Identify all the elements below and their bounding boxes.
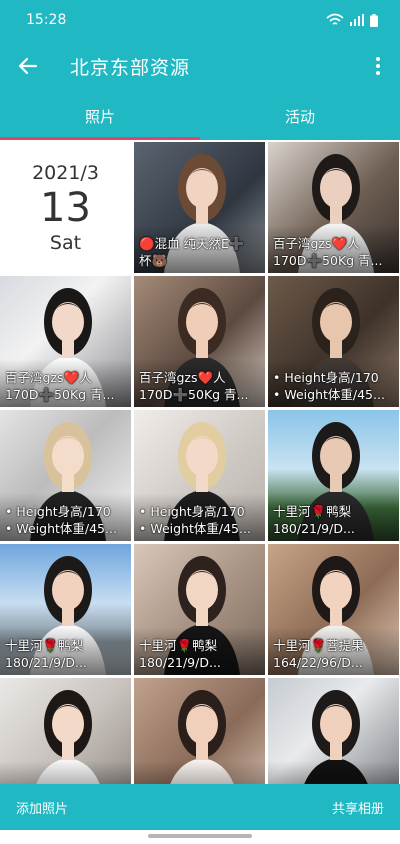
photo-tile[interactable]: 十里河🌹菩提果 [0,678,131,784]
photo-tile[interactable]: 十里河🌹鸭梨 180/21/9/D... [134,544,265,675]
photo-caption-line1: 十里河🌹鸭梨 [273,504,352,519]
date-year-month: 2021/3 [32,161,99,184]
photo-caption-line1: 十里河🌹鸭梨 [139,638,218,653]
photo-caption-line2: 180/21/9/D... [5,655,87,670]
photo-tile[interactable]: 十里河🌹鸭梨 180/21/9/D... [0,544,131,675]
photo-tile[interactable]: 十里河🌹鸭梨 180/21/9/D... [268,410,399,541]
status-icons [326,13,378,27]
photo-tile[interactable]: 🔴混血 纯天然E➕ 杯🐻 [134,142,265,273]
photo-tile[interactable]: • Height身高/170 • Weight体重/45... [268,276,399,407]
share-album-button[interactable]: 共享相册 [332,798,384,817]
photo-grid[interactable]: 2021/3 13 Sat 🔴混血 纯天然E➕ 杯🐻 百子湾gzs❤️人 170D➕5… [0,140,400,784]
tab-photos-label: 照片 [84,107,115,126]
wifi-icon [326,13,344,25]
arrow-left-icon [18,57,38,75]
photo-caption-line2: • Weight体重/45... [139,521,251,536]
app-bar: 北京东部资源 [0,40,400,92]
photo-caption: 十里河🌹鸭梨 180/21/9/D... [273,503,396,537]
status-bar: 15:28 [0,0,400,40]
tab-activities-label: 活动 [284,107,315,126]
photo-caption: • Height身高/170 • Weight体重/45... [5,503,128,537]
photo-caption: 百子湾gzs❤️人 170D➕50Kg 青... [5,369,128,403]
photo-caption-line1: 百子湾gzs❤️人 [273,236,360,251]
photo-caption-line1: • Height身高/170 [5,504,111,519]
caption-shade [134,761,265,784]
photo-caption: • Height身高/170 • Weight体重/45... [273,369,396,403]
photo-caption-line2: 180/21/9/D... [139,655,221,670]
home-indicator[interactable] [148,834,252,838]
photo-tile[interactable]: 百子湾gzs❤️人 170D➕50Kg 青... [0,276,131,407]
signal-icon [350,14,364,26]
date-weekday: Sat [49,231,82,254]
photo-tile[interactable]: • Height身高/170 • Weight体重/45... [134,410,265,541]
photo-caption-line2: 杯🐻 [139,253,168,268]
photo-caption-line1: 十里河🌹菩提果 [273,638,364,653]
add-photo-button[interactable]: 添加照片 [16,798,68,817]
photo-caption: 十里河🌹鸭梨 180/21/9/D... [5,637,128,671]
date-header: 2021/3 13 Sat [0,142,131,273]
bottom-bar: 添加照片 共享相册 [0,784,400,830]
photo-tile[interactable]: • Height身高/170 • Weight体重/45... [0,410,131,541]
photo-caption: 百子湾gzs❤️人 170D➕50Kg 青... [139,369,262,403]
photo-caption: 十里河🌹鸭梨 180/21/9/D... [139,637,262,671]
photo-caption: 百子湾gzs❤️人 170D➕50Kg 青... [273,235,396,269]
battery-icon [370,13,378,27]
tab-activities[interactable]: 活动 [200,92,400,140]
photo-caption: 🔴混血 纯天然E➕ 杯🐻 [139,235,262,269]
photo-caption-line1: • Height身高/170 [273,370,379,385]
photo-caption-line1: 百子湾gzs❤️人 [5,370,92,385]
caption-shade [0,761,131,784]
photo-caption-line2: • Weight体重/45... [5,521,117,536]
photo-caption-line2: 170D➕50Kg 青... [273,253,383,268]
photo-caption: • Height身高/170 • Weight体重/45... [139,503,262,537]
photo-caption-line2: 170D➕50Kg 青... [139,387,249,402]
photo-tile[interactable]: 十里河🌹香瓜 [268,678,399,784]
photo-tile[interactable]: 百子湾gzs❤️人 170D➕50Kg 青... [134,276,265,407]
system-nav-bar [0,830,400,844]
date-day: 13 [40,184,91,231]
page-title: 北京东部资源 [70,56,191,79]
photo-caption-line2: 170D➕50Kg 青... [5,387,115,402]
photo-caption-line1: 百子湾gzs❤️人 [139,370,226,385]
photo-caption-line1: • Height身高/170 [139,504,245,519]
photo-caption-line2: 180/21/9/D... [273,521,355,536]
more-vert-icon [376,57,380,75]
photo-caption-line1: 🔴混血 纯天然E➕ [139,236,245,251]
tab-bar: 照片 活动 [0,92,400,140]
more-options-button[interactable] [356,40,400,92]
photo-caption-line1: 十里河🌹鸭梨 [5,638,84,653]
photo-tile[interactable]: 百子湾gzs❤️人 170D➕50Kg 青... [268,142,399,273]
photo-tile[interactable]: 十里河🌹菩提果 164/22/96/D... [268,544,399,675]
photo-caption-line2: • Weight体重/45... [273,387,385,402]
caption-shade [268,761,399,784]
photo-caption-line2: 164/22/96/D... [273,655,363,670]
photo-tile[interactable]: 十里河🌹菩提果 [134,678,265,784]
tab-photos[interactable]: 照片 [0,92,200,140]
back-button[interactable] [0,40,56,92]
photo-caption: 十里河🌹菩提果 164/22/96/D... [273,637,396,671]
status-time: 15:28 [26,12,67,28]
